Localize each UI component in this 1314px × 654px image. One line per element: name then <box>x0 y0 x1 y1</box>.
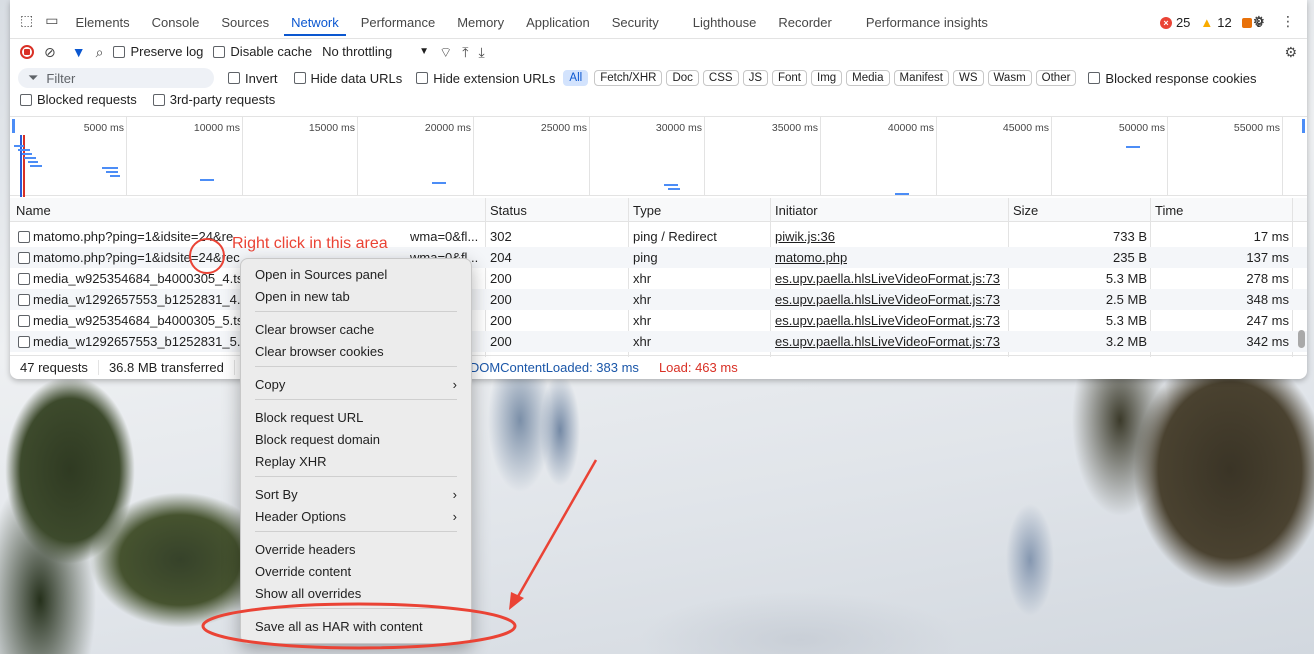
menu-sort-by[interactable]: Sort By › <box>255 485 457 505</box>
menu-copy-label: Copy <box>255 377 286 392</box>
annotation-circle <box>189 238 225 274</box>
menu-block-request-domain[interactable]: Block request domain <box>255 430 457 450</box>
menu-header-options[interactable]: Header Options › <box>255 507 457 527</box>
menu-save-all-as-har[interactable]: Save all as HAR with content <box>255 617 457 637</box>
context-menu: Open in Sources panel Open in new tab Cl… <box>240 258 472 644</box>
menu-sort-by-label: Sort By <box>255 487 298 502</box>
chevron-right-icon: › <box>452 377 457 392</box>
chevron-right-icon: › <box>452 487 457 502</box>
menu-replay-xhr[interactable]: Replay XHR <box>255 452 457 472</box>
menu-clear-browser-cache[interactable]: Clear browser cache <box>255 320 457 340</box>
menu-header-options-label: Header Options <box>255 509 347 524</box>
menu-copy[interactable]: Copy › <box>255 375 457 395</box>
menu-override-headers[interactable]: Override headers <box>255 540 457 560</box>
menu-block-request-url[interactable]: Block request URL <box>255 408 457 428</box>
menu-show-all-overrides[interactable]: Show all overrides <box>255 584 457 604</box>
chevron-right-icon: › <box>452 509 457 524</box>
menu-open-in-new-tab[interactable]: Open in new tab <box>255 287 457 307</box>
annotation-arrow-shaft <box>514 459 598 601</box>
menu-open-in-sources[interactable]: Open in Sources panel <box>255 265 457 285</box>
annotation-arrow-head <box>509 592 524 610</box>
annotation-overlay <box>189 238 598 610</box>
menu-clear-browser-cookies[interactable]: Clear browser cookies <box>255 342 457 362</box>
menu-override-content[interactable]: Override content <box>255 562 457 582</box>
